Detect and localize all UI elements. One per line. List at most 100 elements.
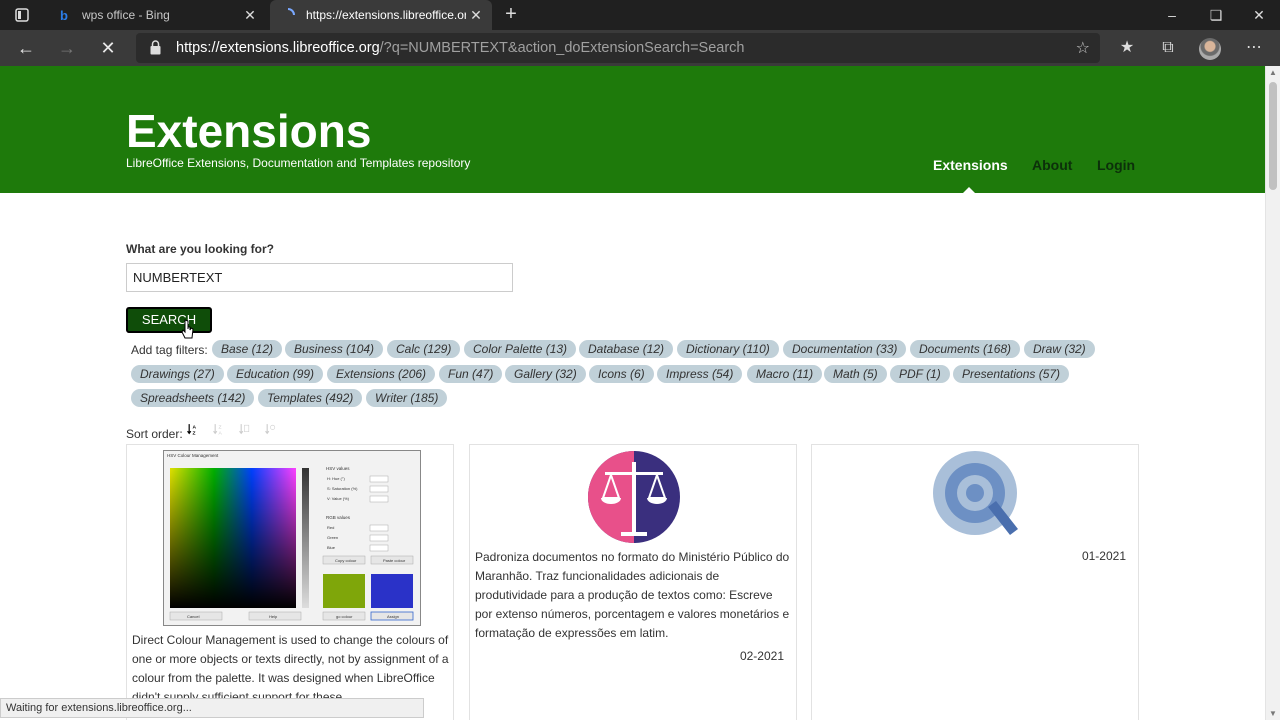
result-card-mp-maranhao[interactable]: Padroniza documentos no formato do Minis… [469, 444, 797, 720]
forward-icon[interactable]: → [53, 36, 81, 60]
tag-documents[interactable]: Documents (168) [910, 340, 1021, 358]
tag-fun[interactable]: Fun (47) [439, 365, 503, 383]
bing-icon: b [60, 7, 68, 23]
tab-bing[interactable]: b wps office - Bing ✕ [46, 0, 266, 30]
loading-icon [280, 7, 296, 23]
tag-extensions[interactable]: Extensions (206) [327, 365, 436, 383]
profile-avatar[interactable] [1199, 38, 1221, 60]
svg-text:Green: Green [327, 535, 338, 540]
card-description: Padroniza documentos no formato do Minis… [475, 550, 790, 640]
add-favorite-icon[interactable]: ☆ [1076, 38, 1090, 58]
tag-filters-label: Add tag filters: [131, 343, 208, 357]
url-host: https://extensions.libreoffice.org [176, 40, 380, 56]
tag-drawings[interactable]: Drawings (27) [131, 365, 224, 383]
tab-libreoffice[interactable]: https://extensions.libreoffice.org ✕ [270, 0, 492, 30]
tag-gallery[interactable]: Gallery (32) [505, 365, 586, 383]
scrollbar-thumb[interactable] [1269, 82, 1277, 190]
svg-text:Red: Red [327, 525, 334, 530]
close-tab-icon[interactable]: ✕ [240, 7, 260, 24]
search-button[interactable]: SEARCH [126, 307, 212, 333]
card-date: 02-2021 [739, 649, 784, 663]
tag-draw[interactable]: Draw (32) [1024, 340, 1095, 358]
tag-color-palette[interactable]: Color Palette (13) [464, 340, 577, 358]
restore-icon[interactable]: ❏ [1194, 0, 1238, 30]
svg-text:Copy colour: Copy colour [335, 558, 357, 563]
scroll-down-icon[interactable]: ▼ [1268, 709, 1278, 718]
vertical-scrollbar[interactable]: ▲ ▼ [1265, 66, 1280, 720]
page-content: Extensions LibreOffice Extensions, Docum… [0, 66, 1265, 720]
address-toolbar: ← → ✕ https://extensions.libreoffice.org… [0, 30, 1280, 66]
close-tab-icon[interactable]: ✕ [466, 7, 486, 24]
q-search-logo [933, 451, 1018, 535]
close-window-icon[interactable]: ✕ [1237, 0, 1280, 30]
tag-writer[interactable]: Writer (185) [366, 389, 448, 407]
lock-icon[interactable] [150, 40, 161, 55]
justice-scales-logo [588, 451, 680, 543]
sort-date-icon[interactable] [239, 418, 251, 440]
tag-base[interactable]: Base (12) [212, 340, 283, 358]
svg-text:RGB values: RGB values [326, 515, 351, 520]
nav-extensions[interactable]: Extensions [933, 157, 1008, 173]
svg-text:Cancel: Cancel [187, 614, 200, 619]
site-title: Extensions [126, 105, 372, 157]
mouse-pointer-icon [181, 319, 194, 339]
stop-icon[interactable]: ✕ [94, 36, 122, 60]
favorites-icon[interactable]: ★ [1112, 36, 1142, 60]
minimize-icon[interactable]: – [1150, 0, 1194, 30]
active-nav-caret [963, 187, 975, 193]
tag-business[interactable]: Business (104) [285, 340, 384, 358]
collections-icon[interactable]: ⧉ [1153, 36, 1183, 60]
svg-text:Blue: Blue [327, 545, 336, 550]
sort-alpha-desc-icon[interactable]: Z A [213, 418, 225, 440]
tag-spreadsheets[interactable]: Spreadsheets (142) [131, 389, 255, 407]
svg-text:HSV Colour Management: HSV Colour Management [167, 453, 219, 458]
colour-management-screenshot: HSV Colour Management HSV values H: Hue … [163, 450, 421, 626]
tag-macro[interactable]: Macro (11) [747, 365, 823, 383]
nav-about[interactable]: About [1032, 157, 1072, 173]
search-label: What are you looking for? [126, 242, 275, 256]
tag-impress[interactable]: Impress (54) [657, 365, 743, 383]
new-tab-button[interactable]: + [500, 3, 522, 25]
svg-text:Z: Z [192, 430, 195, 436]
card-description: Direct Colour Management is used to chan… [132, 633, 449, 704]
tab-title: https://extensions.libreoffice.org [306, 8, 466, 22]
tag-calc[interactable]: Calc (129) [387, 340, 461, 358]
svg-text:V: Value (%): V: Value (%) [327, 496, 350, 501]
url-text: https://extensions.libreoffice.org/?q=NU… [176, 40, 745, 56]
svg-text:HSV values: HSV values [326, 466, 350, 471]
tag-math[interactable]: Math (5) [824, 365, 887, 383]
tag-icons[interactable]: Icons (6) [589, 365, 654, 383]
browser-tab-bar: b wps office - Bing ✕ https://extensions… [0, 0, 1280, 30]
tag-documentation[interactable]: Documentation (33) [783, 340, 907, 358]
svg-text:A: A [192, 424, 196, 430]
card-date: 01-2021 [1081, 549, 1126, 563]
search-input[interactable] [126, 263, 513, 292]
sort-alpha-icon[interactable]: A Z [187, 418, 199, 440]
tag-pdf[interactable]: PDF (1) [890, 365, 950, 383]
tag-database[interactable]: Database (12) [579, 340, 674, 358]
svg-text:Help: Help [269, 614, 278, 619]
tab-actions-icon[interactable] [14, 7, 30, 23]
result-card-colour-management[interactable]: HSV Colour Management HSV values H: Hue … [126, 444, 454, 720]
tag-dictionary[interactable]: Dictionary (110) [677, 340, 779, 358]
sort-order-label: Sort order: [126, 427, 183, 441]
svg-text:Assign: Assign [387, 614, 399, 619]
scroll-up-icon[interactable]: ▲ [1268, 68, 1278, 77]
tag-presentations[interactable]: Presentations (57) [953, 365, 1070, 383]
result-card-unknown[interactable]: 01-2021 [811, 444, 1139, 720]
svg-text:S: Saturation (%): S: Saturation (%) [327, 486, 358, 491]
sort-rating-icon[interactable] [265, 418, 277, 440]
address-field[interactable]: https://extensions.libreoffice.org/?q=NU… [136, 33, 1100, 63]
tag-education[interactable]: Education (99) [227, 365, 324, 383]
site-subtitle: LibreOffice Extensions, Documentation an… [126, 156, 471, 170]
tab-title: wps office - Bing [82, 8, 170, 22]
nav-login[interactable]: Login [1097, 157, 1135, 173]
svg-text:Z: Z [218, 424, 221, 430]
site-header: Extensions LibreOffice Extensions, Docum… [0, 66, 1265, 193]
url-path: /?q=NUMBERTEXT&action_doExtensionSearch=… [379, 40, 745, 56]
svg-text:H: Hue (°): H: Hue (°) [327, 476, 345, 481]
svg-text:A: A [218, 430, 222, 436]
tag-templates[interactable]: Templates (492) [258, 389, 363, 407]
back-icon[interactable]: ← [12, 36, 40, 60]
settings-menu-icon[interactable]: ⋯ [1239, 36, 1269, 60]
